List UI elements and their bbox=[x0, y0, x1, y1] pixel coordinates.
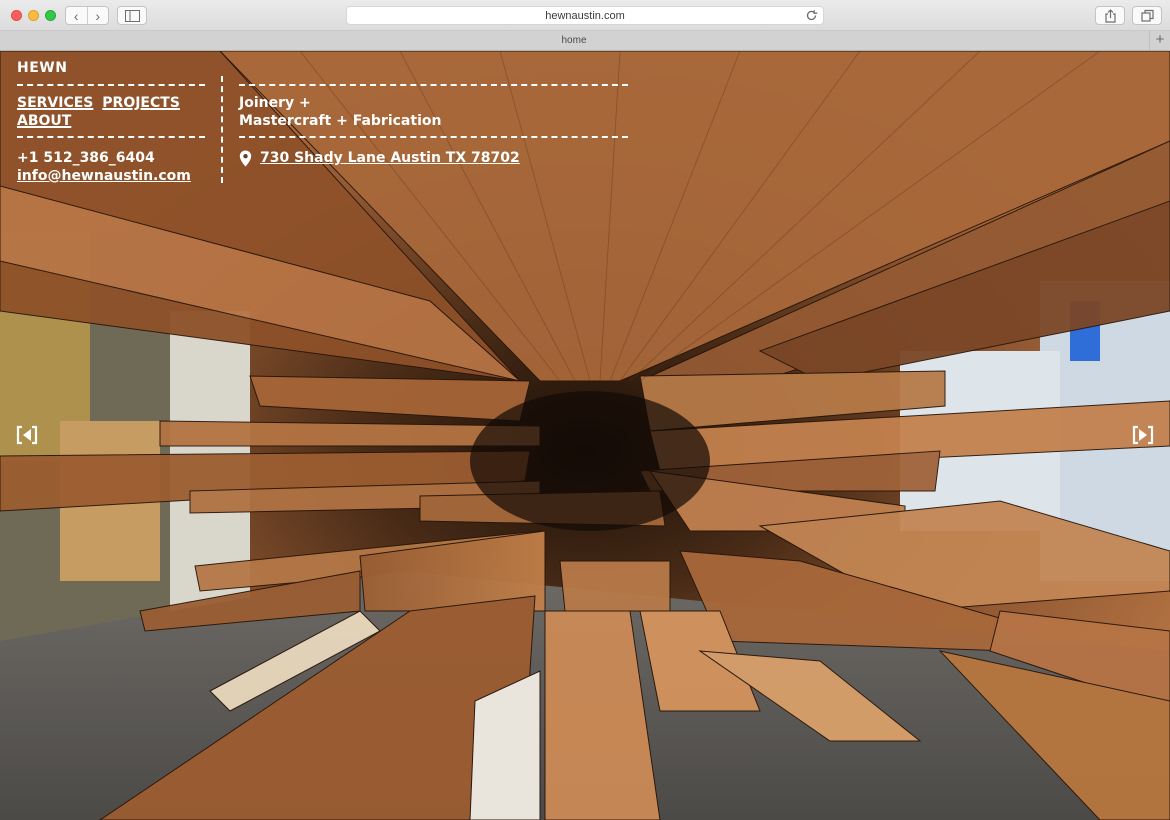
phone-number[interactable]: +1 512_386_6404 bbox=[17, 149, 191, 167]
back-button[interactable]: ‹ bbox=[66, 7, 87, 24]
tab-bar: home + bbox=[0, 31, 1170, 51]
sidebar-toggle-button[interactable] bbox=[117, 6, 147, 25]
zoom-window-button[interactable] bbox=[45, 10, 56, 21]
url-text: hewnaustin.com bbox=[545, 10, 625, 22]
history-nav: ‹ › bbox=[65, 6, 109, 25]
divider bbox=[239, 84, 628, 86]
map-pin-icon bbox=[239, 150, 252, 166]
main-nav: SERVICES PROJECTS ABOUT bbox=[17, 94, 207, 130]
divider bbox=[17, 136, 205, 138]
tabs-icon bbox=[1141, 9, 1154, 22]
address-bar[interactable]: hewnaustin.com bbox=[346, 6, 824, 25]
address-link[interactable]: 730 Shady Lane Austin TX 78702 bbox=[260, 149, 520, 167]
share-icon bbox=[1105, 9, 1116, 23]
share-button[interactable] bbox=[1095, 6, 1125, 25]
sidebar-icon bbox=[125, 10, 140, 22]
site-header-overlay: HEWN SERVICES PROJECTS ABOUT +1 512_386_… bbox=[0, 51, 1170, 820]
vertical-divider bbox=[221, 76, 223, 183]
tagline-line-2: Mastercraft + Fabrication bbox=[239, 113, 442, 129]
contact-info: +1 512_386_6404 info@hewnaustin.com bbox=[17, 149, 191, 185]
tab-home[interactable]: home bbox=[0, 31, 1148, 50]
slider-prev-icon[interactable] bbox=[16, 425, 38, 445]
email-link[interactable]: info@hewnaustin.com bbox=[17, 168, 191, 184]
show-tabs-button[interactable] bbox=[1132, 6, 1162, 25]
minimize-window-button[interactable] bbox=[28, 10, 39, 21]
browser-toolbar: ‹ › hewnaustin.com bbox=[0, 0, 1170, 31]
nav-projects-link[interactable]: PROJECTS bbox=[102, 95, 180, 111]
web-page: HEWN SERVICES PROJECTS ABOUT +1 512_386_… bbox=[0, 51, 1170, 820]
forward-button[interactable]: › bbox=[86, 7, 109, 24]
tagline-line-1: Joinery + bbox=[239, 95, 311, 111]
divider bbox=[17, 84, 205, 86]
slider-next-icon[interactable] bbox=[1132, 425, 1154, 445]
tagline: Joinery + Mastercraft + Fabrication bbox=[239, 94, 441, 130]
site-logo[interactable]: HEWN bbox=[17, 60, 67, 76]
new-tab-button[interactable]: + bbox=[1149, 31, 1170, 50]
close-window-button[interactable] bbox=[11, 10, 22, 21]
divider bbox=[239, 136, 628, 138]
reload-icon[interactable] bbox=[805, 9, 818, 22]
address-block: 730 Shady Lane Austin TX 78702 bbox=[239, 149, 520, 167]
nav-services-link[interactable]: SERVICES bbox=[17, 95, 93, 111]
nav-about-link[interactable]: ABOUT bbox=[17, 113, 71, 129]
